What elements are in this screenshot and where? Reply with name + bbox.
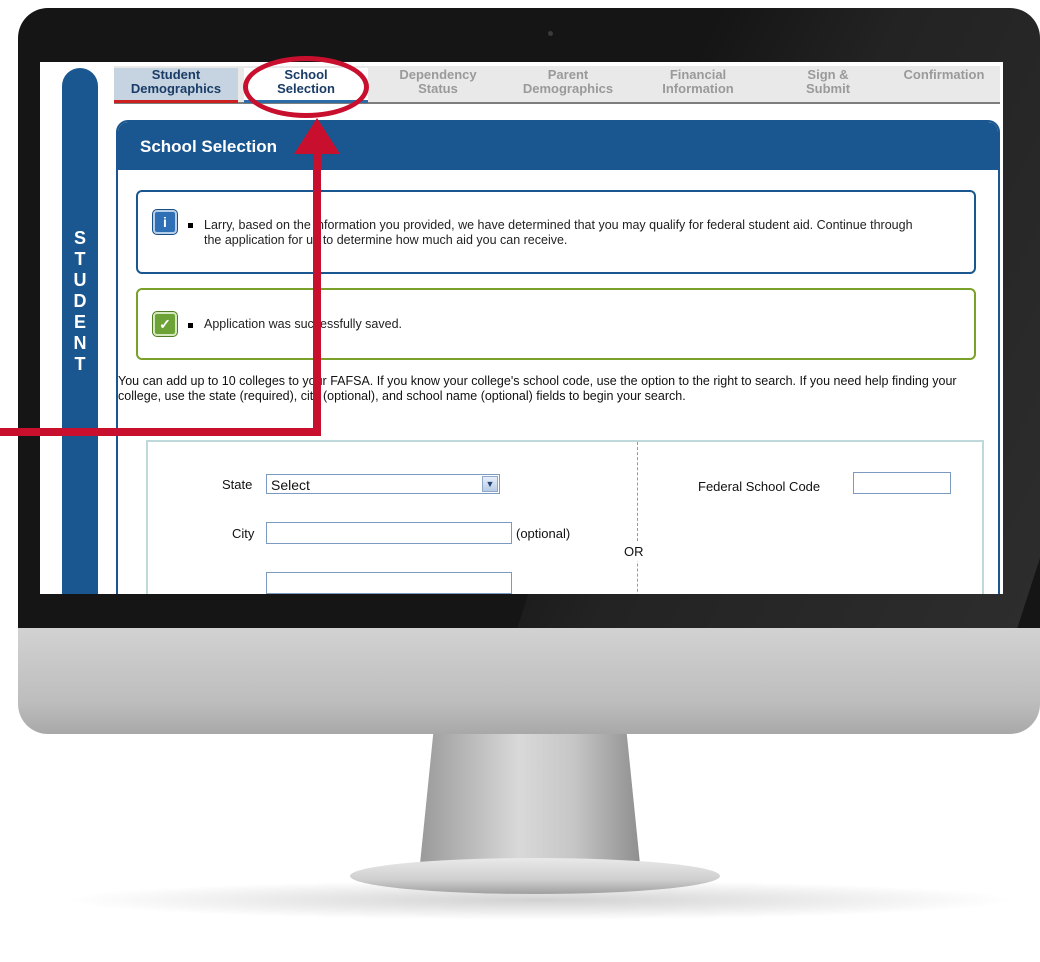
monitor-chin [18, 628, 1040, 734]
tab-confirmation[interactable]: Confirmation [888, 68, 1000, 100]
federal-school-code-input[interactable] [853, 472, 951, 494]
sidebar-letter: E [73, 312, 86, 332]
annotation-circle [243, 56, 369, 118]
or-divider [637, 442, 638, 594]
annotation-arrow-shaft [313, 138, 321, 434]
bullet [188, 223, 193, 228]
federal-school-code-label: Federal School Code [698, 479, 821, 494]
student-sidebar: S T U D E N T [62, 68, 98, 594]
panel-header: School Selection [118, 122, 998, 170]
annotation-arrow-line [0, 428, 321, 436]
screen: S T U D E N T Student Demographics School… [40, 62, 1003, 594]
sidebar-letter: S [73, 228, 86, 248]
tab-student-demographics[interactable]: Student Demographics [114, 68, 238, 103]
bullet [188, 323, 193, 328]
info-message: i Larry, based on the information you pr… [136, 190, 976, 274]
panel-title: School Selection [140, 137, 277, 156]
success-message: ✓ Application was successfully saved. [136, 288, 976, 360]
state-select[interactable]: Select ▼ [266, 474, 500, 494]
sidebar-letter: T [74, 249, 86, 269]
tab-dependency-status[interactable]: Dependency Status [376, 68, 500, 100]
info-icon: i [153, 210, 177, 234]
monitor-stand-neck [420, 734, 640, 864]
tab-financial-information[interactable]: Financial Information [636, 68, 760, 100]
school-search-form: State Select ▼ City (optional) OR Federa… [146, 440, 984, 594]
school-name-input[interactable] [266, 572, 512, 594]
school-selection-panel: School Selection i Larry, based on the i… [116, 120, 1000, 594]
info-message-text: Larry, based on the information you prov… [204, 218, 913, 247]
chevron-down-icon[interactable]: ▼ [482, 476, 498, 492]
sidebar-letter: D [73, 291, 87, 311]
monitor-stand-foot [350, 858, 720, 894]
success-message-text: Application was successfully saved. [204, 317, 403, 331]
tab-parent-demographics[interactable]: Parent Demographics [506, 68, 630, 100]
sidebar-letters: S T U D E N T [62, 228, 98, 375]
sidebar-letter: U [73, 270, 87, 290]
state-label: State [222, 477, 253, 492]
or-label: OR [624, 542, 644, 561]
sidebar-letter: N [73, 333, 87, 353]
city-input[interactable] [266, 522, 512, 544]
check-icon: ✓ [153, 312, 177, 336]
city-label: City [232, 526, 255, 541]
optional-label: (optional) [516, 526, 571, 541]
intro-text: You can add up to 10 colleges to your FA… [118, 374, 957, 403]
camera-dot [548, 31, 553, 36]
tab-sign-submit[interactable]: Sign & Submit [766, 68, 890, 100]
state-select-value: Select [271, 477, 310, 493]
sidebar-letter: T [74, 354, 86, 374]
